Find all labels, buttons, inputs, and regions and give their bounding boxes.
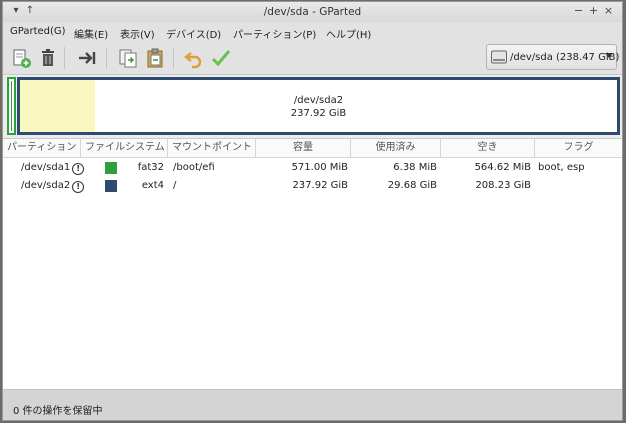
size-cell: 571.00 MiB (291, 162, 348, 173)
menu-gparted[interactable]: GParted(G) (10, 26, 66, 37)
checkmark-icon (211, 50, 231, 67)
column-header-mountpoint[interactable]: マウントポイント (168, 139, 256, 157)
table-row[interactable]: /dev/sda1! fat32 /boot/efi 571.00 MiB 6.… (3, 159, 622, 177)
window-title: /dev/sda - GParted (263, 6, 362, 18)
partition-name: /dev/sda2 (21, 180, 71, 191)
menu-device[interactable]: デバイス(D) (166, 26, 221, 41)
column-header-filesystem[interactable]: ファイルシステム (81, 139, 168, 157)
size-cell: 237.92 GiB (292, 180, 348, 191)
menu-edit[interactable]: 編集(E) (74, 26, 108, 41)
paste-icon (147, 48, 163, 68)
fs-color-swatch (105, 162, 117, 174)
minimize-button[interactable]: − (571, 4, 586, 17)
filesystem-cell: fat32 (137, 162, 164, 173)
undo-button[interactable] (183, 47, 205, 69)
title-bar: ▾ ↑ /dev/sda - GParted − + × (3, 2, 622, 23)
partition-name-cell: /dev/sda1! (21, 159, 85, 177)
free-cell: 564.62 MiB (474, 162, 531, 173)
pending-operations-status: 0 件の操作を保留中 (13, 406, 103, 417)
hard-disk-icon (491, 50, 507, 64)
delete-button[interactable] (37, 47, 59, 69)
undo-icon (184, 52, 202, 69)
menu-view[interactable]: 表示(V) (120, 26, 155, 41)
new-partition-icon (13, 49, 31, 68)
status-bar: 0 件の操作を保留中 (3, 389, 622, 420)
partition-list: パーティション ファイルシステム マウントポイント 容量 使用済み 空き フラグ… (3, 138, 622, 390)
partition-name: /dev/sda1 (21, 162, 71, 173)
column-header-used[interactable]: 使用済み (351, 139, 441, 157)
toolbar-separator (173, 47, 174, 69)
partition-block-sda2[interactable]: /dev/sda2 237.92 GiB (17, 77, 620, 135)
trash-icon (42, 49, 54, 66)
copy-icon (119, 49, 137, 68)
device-selector[interactable]: /dev/sda (238.47 GiB) (486, 44, 620, 70)
column-header-flags[interactable]: フラグ (535, 139, 622, 157)
info-icon: ! (72, 181, 85, 193)
chevron-down-icon (605, 53, 613, 58)
window-controls-right: − + × (571, 4, 616, 17)
mountpoint-cell: /boot/efi (173, 162, 215, 173)
flags-cell: boot, esp (538, 162, 585, 173)
resize-arrow-icon (79, 52, 96, 64)
partition-used-bar (20, 80, 95, 132)
toolbar: /dev/sda (238.47 GiB) (3, 42, 622, 75)
partition-block-sda1[interactable] (7, 77, 16, 135)
used-cell: 6.38 MiB (393, 162, 437, 173)
resize-move-button[interactable] (76, 47, 98, 69)
used-cell: 29.68 GiB (387, 180, 437, 191)
maximize-button[interactable]: + (586, 4, 601, 17)
toolbar-separator (64, 47, 65, 69)
toolbar-separator (106, 47, 107, 69)
mountpoint-cell: / (173, 180, 177, 191)
column-header-partition[interactable]: パーティション (3, 139, 81, 157)
list-header: パーティション ファイルシステム マウントポイント 容量 使用済み 空き フラグ (3, 139, 622, 158)
device-selector-label: /dev/sda (238.47 GiB) (510, 52, 620, 63)
disk-graph: /dev/sda2 237.92 GiB (3, 75, 622, 138)
free-cell: 208.23 GiB (475, 180, 531, 191)
new-partition-button[interactable] (10, 47, 32, 69)
column-header-free[interactable]: 空き (441, 139, 535, 157)
apply-button[interactable] (210, 47, 232, 69)
gparted-window: ▾ ↑ /dev/sda - GParted − + × GParted(G) 編集(… (2, 1, 623, 421)
fs-color-swatch (105, 180, 117, 192)
info-icon: ! (72, 163, 85, 175)
close-button[interactable]: × (601, 4, 616, 17)
partition-name-cell: /dev/sda2! (21, 177, 85, 195)
copy-button[interactable] (117, 47, 139, 69)
filesystem-cell: ext4 (141, 180, 164, 191)
menu-partition[interactable]: パーティション(P) (233, 26, 316, 41)
partition-block-size: 237.92 GiB (290, 108, 347, 119)
paste-button[interactable] (144, 47, 166, 69)
column-header-size[interactable]: 容量 (256, 139, 351, 157)
menu-bar: GParted(G) 編集(E) 表示(V) デバイス(D) パーティション(P… (3, 22, 622, 42)
partition-used-bar (11, 81, 12, 131)
partition-block-name: /dev/sda2 (293, 95, 344, 106)
menu-help[interactable]: ヘルプ(H) (326, 26, 371, 41)
table-row[interactable]: /dev/sda2! ext4 / 237.92 GiB 29.68 GiB 2… (3, 177, 622, 195)
